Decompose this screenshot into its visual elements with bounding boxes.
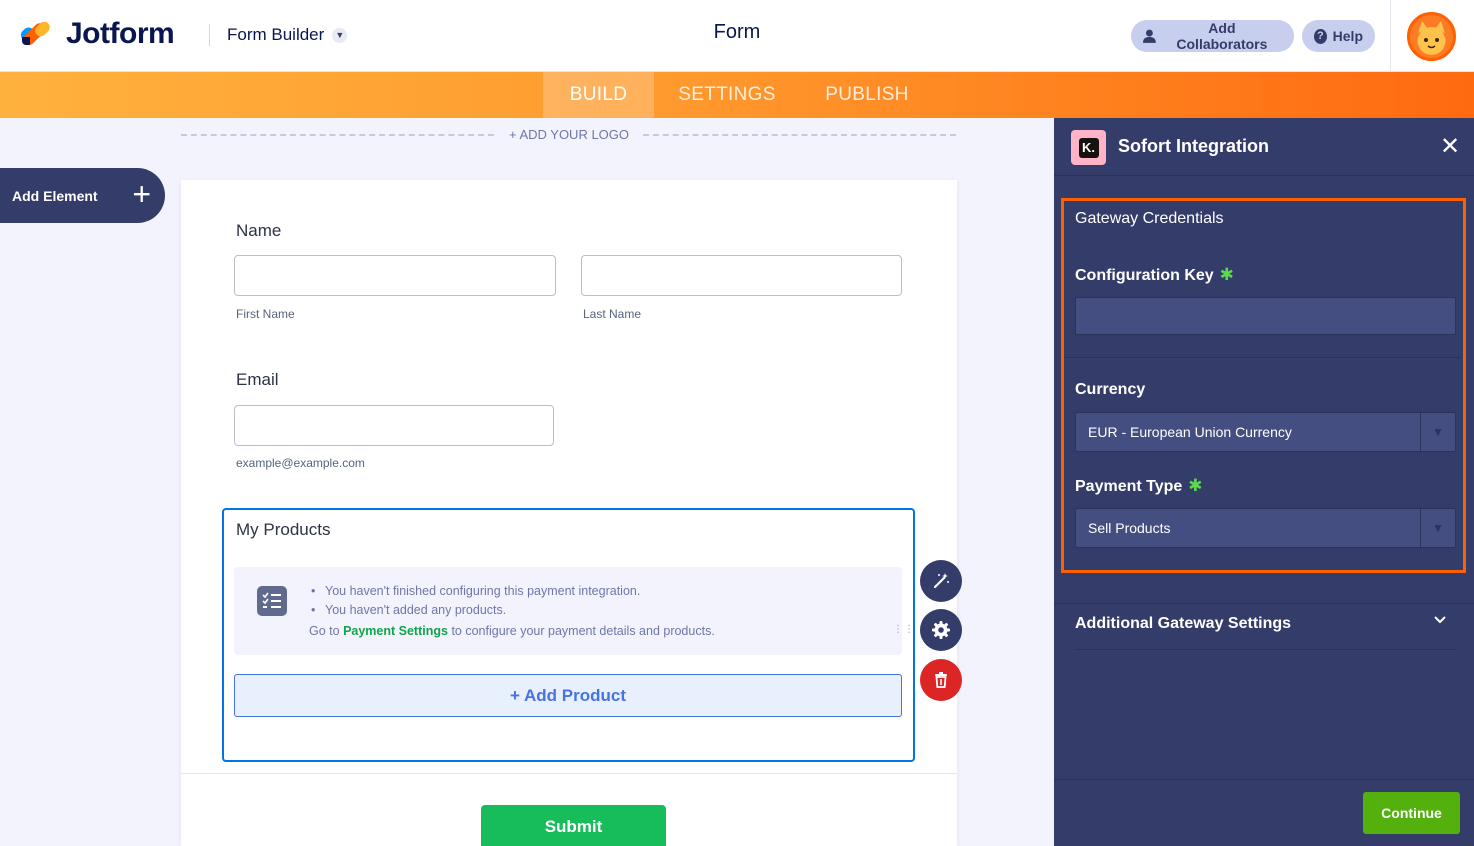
question-icon: ? [1314, 28, 1327, 44]
user-icon [1143, 29, 1156, 43]
add-collaborators-button[interactable]: Add Collaborators [1131, 20, 1294, 52]
gateway-credentials-title: Gateway Credentials [1075, 210, 1224, 227]
avatar[interactable] [1407, 12, 1456, 61]
submit-button[interactable]: Submit [481, 805, 666, 846]
builder-nav: BUILD SETTINGS PUBLISH [0, 72, 1474, 118]
plus-icon: + [132, 176, 151, 212]
form-builder-dropdown[interactable]: Form Builder ▼ [227, 25, 348, 45]
avatar-face-icon [1417, 21, 1446, 55]
logo-dashed-line-right [643, 134, 956, 136]
additional-gateway-settings-toggle[interactable]: Additional Gateway Settings [1075, 615, 1291, 633]
goto-prefix: Go to [309, 624, 340, 638]
magic-wand-icon [933, 573, 949, 589]
email-input[interactable] [234, 405, 554, 446]
form-divider [181, 773, 957, 774]
currency-label: Currency [1075, 381, 1146, 398]
panel-divider [1064, 357, 1461, 358]
add-logo-link[interactable]: + ADD YOUR LOGO [505, 127, 633, 142]
notice-item: You haven't added any products. [309, 603, 640, 617]
configuration-key-text: Configuration Key [1075, 267, 1214, 284]
delete-field-button[interactable] [920, 659, 962, 701]
header-divider [209, 24, 210, 46]
name-label: Name [236, 221, 282, 240]
payment-settings-link[interactable]: Payment Settings [343, 624, 448, 638]
jotform-logo[interactable]: Jotform [18, 17, 175, 51]
klarna-logo-icon: K. [1071, 130, 1106, 165]
header-divider-right [1390, 0, 1391, 72]
magic-wand-button[interactable] [920, 560, 962, 602]
notice-item: You haven't finished configuring this pa… [309, 584, 640, 598]
payment-type-value: Sell Products [1088, 520, 1171, 536]
tab-publish[interactable]: PUBLISH [812, 72, 922, 118]
required-icon: ✱ [1188, 476, 1203, 495]
add-element-label: Add Element [12, 187, 98, 204]
field-settings-button[interactable] [920, 609, 962, 651]
first-name-input[interactable] [234, 255, 556, 296]
panel-title: Sofort Integration [1118, 136, 1269, 156]
panel-divider [1075, 649, 1457, 650]
panel-divider [1054, 603, 1474, 604]
logo-dashed-line-left [181, 134, 494, 136]
notice-goto-text: Go to Payment Settings to configure your… [309, 624, 715, 638]
caret-down-icon: ▼ [1420, 509, 1455, 547]
payment-type-select[interactable]: Sell Products ▼ [1075, 508, 1456, 548]
goto-suffix: to configure your payment details and pr… [451, 624, 715, 638]
chevron-down-icon: ▼ [332, 27, 348, 43]
top-header: Jotform Form Builder ▼ Form Add Collabor… [0, 0, 1474, 72]
first-name-sublabel: First Name [236, 307, 295, 321]
drag-handle-icon[interactable]: ⋮⋮ [893, 625, 914, 643]
add-element-button[interactable]: Add Element + [0, 168, 165, 223]
payment-notice: You haven't finished configuring this pa… [234, 567, 902, 655]
payment-type-label: Payment Type ✱ [1075, 476, 1203, 496]
chevron-down-icon[interactable] [1433, 612, 1447, 630]
products-label: My Products [236, 520, 331, 539]
configuration-key-input[interactable] [1075, 297, 1456, 335]
currency-select[interactable]: EUR - European Union Currency ▼ [1075, 412, 1456, 452]
email-label: Email [236, 370, 279, 389]
add-product-button[interactable]: + Add Product [234, 674, 902, 717]
tab-settings[interactable]: SETTINGS [664, 72, 790, 118]
gear-icon [932, 621, 950, 639]
help-label: Help [1332, 28, 1363, 44]
trash-icon [935, 672, 947, 688]
last-name-input[interactable] [581, 255, 902, 296]
configuration-key-label: Configuration Key ✱ [1075, 265, 1234, 285]
help-button[interactable]: ? Help [1302, 20, 1375, 52]
add-collaborators-label: Add Collaborators [1176, 20, 1268, 52]
tab-build[interactable]: BUILD [543, 72, 654, 118]
jotform-logo-icon [18, 19, 53, 49]
caret-down-icon: ▼ [1420, 413, 1455, 451]
payment-type-text: Payment Type [1075, 478, 1183, 495]
form-builder-label: Form Builder [227, 25, 325, 44]
brand-name: Jotform [66, 17, 175, 50]
required-icon: ✱ [1219, 265, 1234, 284]
email-sublabel: example@example.com [236, 456, 365, 470]
panel-header: K. Sofort Integration ✕ [1054, 118, 1474, 176]
currency-value: EUR - European Union Currency [1088, 424, 1292, 440]
klarna-logo-letter: K. [1078, 137, 1099, 158]
checklist-icon [257, 586, 287, 616]
last-name-sublabel: Last Name [583, 307, 642, 321]
notice-list: You haven't finished configuring this pa… [309, 584, 640, 622]
close-icon[interactable]: ✕ [1438, 135, 1462, 159]
continue-button[interactable]: Continue [1363, 792, 1460, 834]
